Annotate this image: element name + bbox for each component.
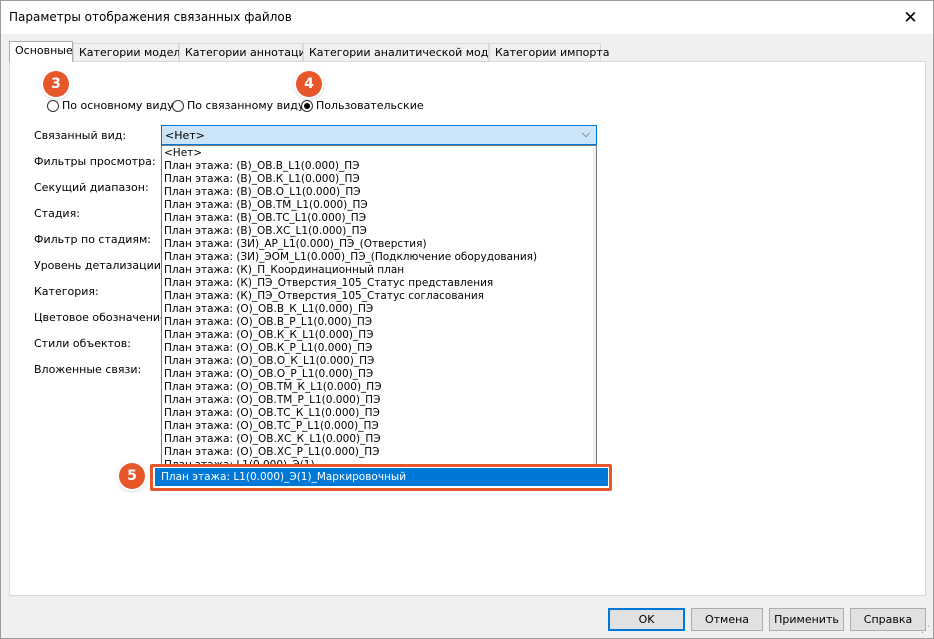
label-category: Категория: xyxy=(34,285,99,298)
dialog-window: Параметры отображения связанных файлов ✕… xyxy=(0,0,934,639)
tab-general[interactable]: Основные xyxy=(9,41,73,62)
radio-by-linked-view[interactable]: По связанному виду xyxy=(172,99,304,112)
tab-analytical-model-categories[interactable]: Категории аналитической модели xyxy=(303,43,509,61)
callout-badge-5: 5 xyxy=(119,463,145,489)
list-item[interactable]: План этажа: (В)_ОВ.ТС_L1(0.000)_ПЭ xyxy=(164,212,366,225)
radio-circle xyxy=(172,99,184,112)
list-item[interactable]: План этажа: (ЗИ)_АР_L1(0.000)_ПЭ_(Отверс… xyxy=(164,238,427,251)
list-item-selected[interactable]: План этажа: L1(0.000)_Э(1)_Маркировочный xyxy=(155,468,608,486)
list-item[interactable]: План этажа: (О)_ОВ.О_Р_L1(0.000)_ПЭ xyxy=(164,368,373,381)
tab-annotation-categories[interactable]: Категории аннотаций xyxy=(179,43,313,61)
ok-button[interactable]: OK xyxy=(608,608,685,631)
radio-custom[interactable]: Пользовательские xyxy=(301,99,424,112)
label-view-filters: Фильтры просмотра: xyxy=(34,155,156,168)
selected-item-label: План этажа: L1(0.000)_Э(1)_Маркировочный xyxy=(161,471,407,483)
list-item[interactable]: План этажа: (ЗИ)_ЭОМ_L1(0.000)_ПЭ_(Подкл… xyxy=(164,251,537,264)
list-item[interactable]: План этажа: (О)_ОВ.К_К_L1(0.000)_ПЭ xyxy=(164,329,374,342)
linked-view-combobox[interactable]: <Нет> ⌵ xyxy=(161,125,597,145)
label-color-scheme: Цветовое обозначение: xyxy=(34,311,171,324)
list-item[interactable]: План этажа: (В)_ОВ.В_L1(0.000)_ПЭ xyxy=(164,160,360,173)
list-item[interactable]: План этажа: (О)_ОВ.ТС_Р_L1(0.000)_ПЭ xyxy=(164,420,379,433)
list-item[interactable]: План этажа: (О)_ОВ.ХС_К_L1(0.000)_ПЭ xyxy=(164,433,381,446)
chevron-down-icon[interactable]: ⌵ xyxy=(582,127,590,141)
radio-label: Пользовательские xyxy=(316,99,424,112)
cancel-button[interactable]: Отмена xyxy=(691,608,763,631)
label-detail-level: Уровень детализации: xyxy=(34,259,165,272)
label-nested-links: Вложенные связи: xyxy=(34,363,142,376)
close-button[interactable]: ✕ xyxy=(888,1,933,34)
radio-circle-checked xyxy=(301,99,313,112)
combobox-value: <Нет> xyxy=(165,129,205,142)
callout-badge-3: 3 xyxy=(43,71,69,97)
label-view-range: Секущий диапазон: xyxy=(34,181,149,194)
list-item[interactable]: План этажа: (К)_ПЭ_Отверстия_105_Статус … xyxy=(164,277,493,290)
list-item[interactable]: План этажа: (О)_ОВ.В_Р_L1(0.000)_ПЭ xyxy=(164,316,372,329)
list-item[interactable]: <Нет> xyxy=(164,147,202,160)
radio-label: По связанному виду xyxy=(187,99,305,112)
list-item[interactable]: План этажа: (К)_ПЭ_Отверстия_105_Статус … xyxy=(164,290,484,303)
linked-view-dropdown-list[interactable]: <Нет> План этажа: (В)_ОВ.В_L1(0.000)_ПЭ Пл… xyxy=(161,145,597,467)
apply-button[interactable]: Применить xyxy=(769,608,844,631)
list-item[interactable]: План этажа: (К)_П_Координационный план xyxy=(164,264,404,277)
callout-badge-4: 4 xyxy=(296,71,322,97)
list-item[interactable]: План этажа: (В)_ОВ.ТМ_L1(0.000)_ПЭ xyxy=(164,199,368,212)
label-object-styles: Стили объектов: xyxy=(34,337,131,350)
radio-circle xyxy=(47,99,59,112)
title-bar: Параметры отображения связанных файлов ✕ xyxy=(1,1,933,34)
dropdown-scrollbar[interactable] xyxy=(593,146,596,466)
tab-import-categories[interactable]: Категории импорта xyxy=(489,43,610,61)
list-item[interactable]: План этажа: (В)_ОВ.К_L1(0.000)_ПЭ xyxy=(164,173,360,186)
list-item[interactable]: План этажа: (О)_ОВ.В_К_L1(0.000)_ПЭ xyxy=(164,303,373,316)
radio-label: По основному виду xyxy=(62,99,174,112)
list-item[interactable]: План этажа: (О)_ОВ.ТС_К_L1(0.000)_ПЭ xyxy=(164,407,380,420)
label-phase-filter: Фильтр по стадиям: xyxy=(34,233,152,246)
close-icon: ✕ xyxy=(903,7,918,28)
list-item[interactable]: План этажа: (О)_ОВ.ТМ_Р_L1(0.000)_ПЭ xyxy=(164,394,380,407)
label-phase: Стадия: xyxy=(34,207,80,220)
list-item[interactable]: План этажа: (О)_ОВ.ХС_Р_L1(0.000)_ПЭ xyxy=(164,446,379,459)
list-item[interactable]: План этажа: (О)_ОВ.О_К_L1(0.000)_ПЭ xyxy=(164,355,374,368)
list-item[interactable]: План этажа: (О)_ОВ.ТМ_К_L1(0.000)_ПЭ xyxy=(164,381,382,394)
list-item[interactable]: План этажа: (В)_ОВ.О_L1(0.000)_ПЭ xyxy=(164,186,361,199)
dialog-title: Параметры отображения связанных файлов xyxy=(9,10,292,24)
list-item[interactable]: План этажа: (О)_ОВ.К_Р_L1(0.000)_ПЭ xyxy=(164,342,372,355)
tab-model-categories[interactable]: Категории модели xyxy=(73,43,188,61)
list-item[interactable]: План этажа: (В)_ОВ.ХС_L1(0.000)_ПЭ xyxy=(164,225,367,238)
radio-by-host-view[interactable]: По основному виду xyxy=(47,99,174,112)
label-linked-view: Связанный вид: xyxy=(34,129,127,142)
resize-grip-icon[interactable]: ⋰ xyxy=(921,625,930,635)
help-button[interactable]: Справка xyxy=(850,608,926,631)
